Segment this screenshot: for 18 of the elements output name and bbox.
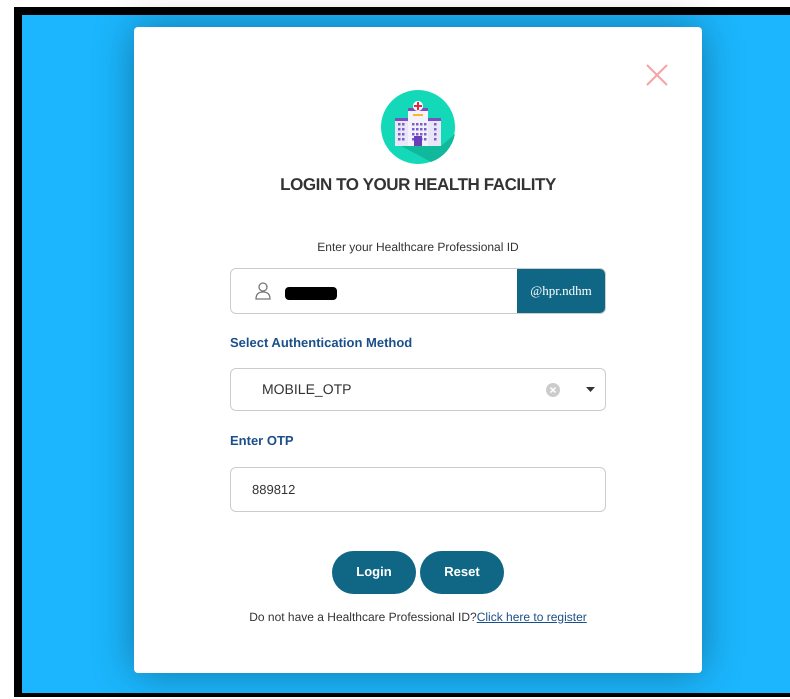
register-prompt: Do not have a Healthcare Professional ID? [249, 608, 477, 626]
auth-method-label: Select Authentication Method [230, 334, 414, 352]
redaction-bar [285, 287, 337, 300]
dialog-title: LOGIN TO YOUR HEALTH FACILITY [280, 174, 556, 196]
auth-method-select[interactable]: MOBILE_OTP [230, 368, 606, 411]
otp-label: Enter OTP [230, 432, 295, 450]
id-suffix: @hpr.ndhm [517, 268, 605, 312]
user-icon [255, 282, 271, 300]
id-field[interactable]: @hpr.ndhm [230, 268, 606, 314]
login-button[interactable]: Login [332, 550, 416, 594]
hospital-icon [381, 90, 455, 164]
clear-icon[interactable] [546, 382, 560, 396]
register-link[interactable]: Click here to register [476, 608, 587, 626]
otp-field[interactable]: 889812 [230, 466, 606, 512]
close-icon[interactable] [646, 64, 668, 86]
id-label: Enter your Healthcare Professional ID [317, 238, 519, 256]
dropdown-caret-icon[interactable] [586, 387, 595, 392]
reset-button[interactable]: Reset [420, 550, 504, 594]
